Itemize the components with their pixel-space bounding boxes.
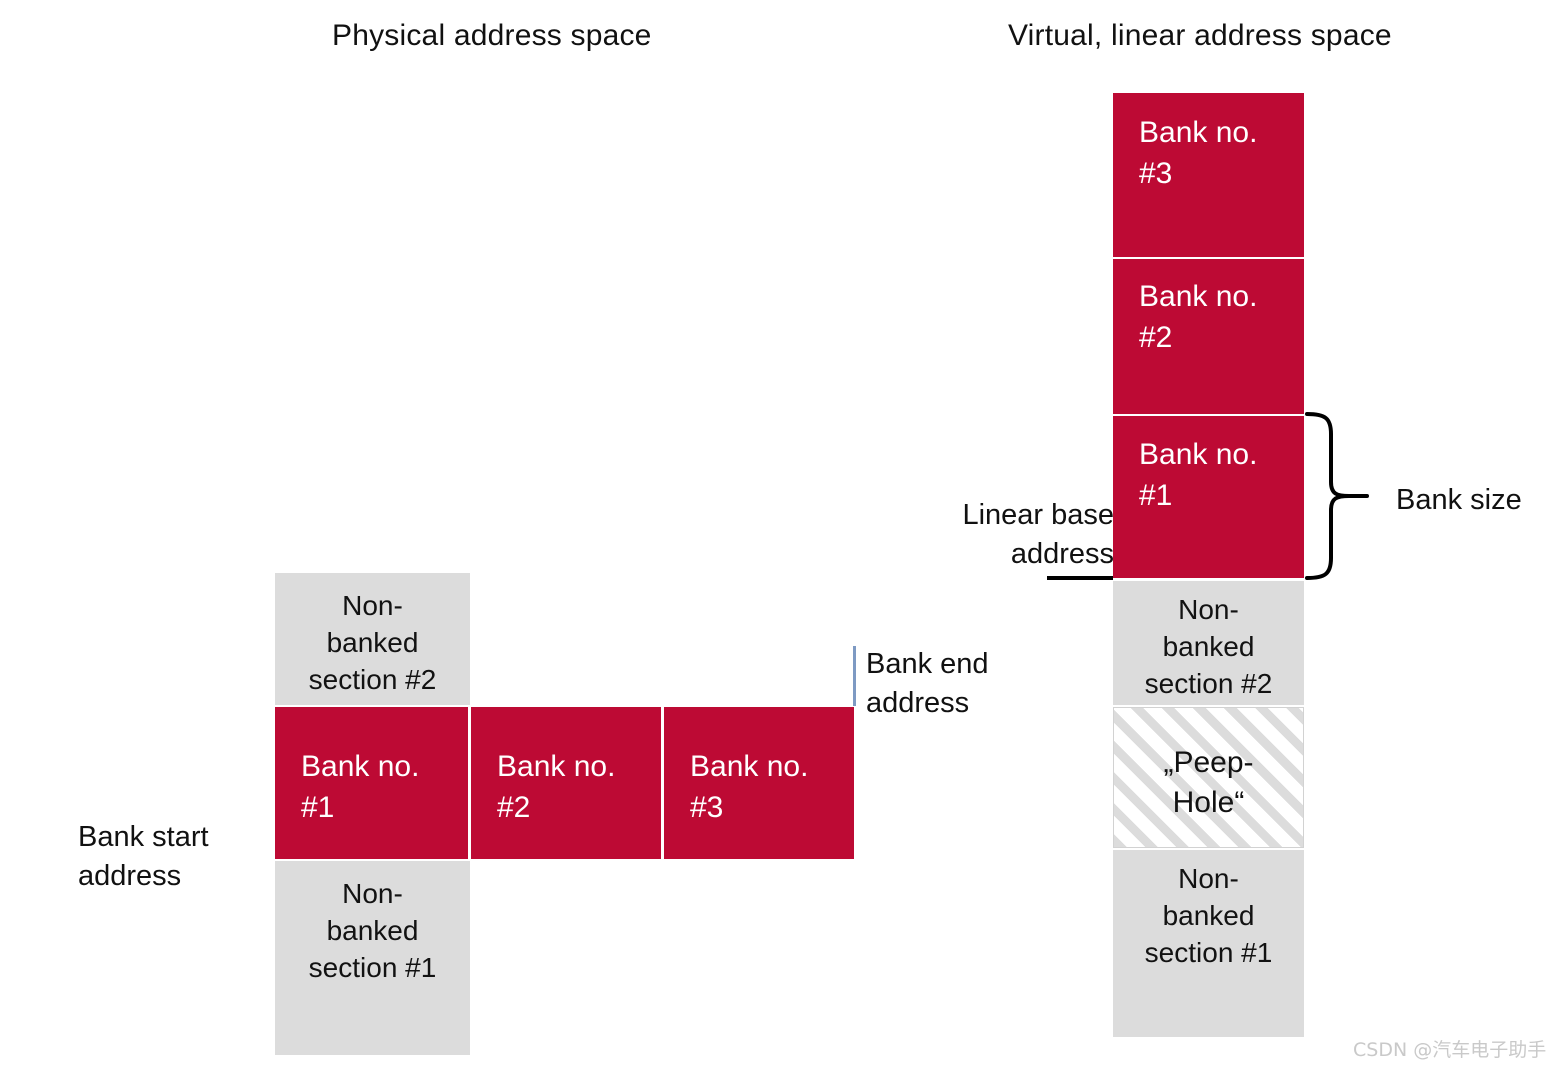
virtual-peep-hole: „Peep- Hole“ [1113,707,1304,848]
virtual-bank-1: Bank no. #1 [1113,416,1304,578]
block-label: Non- banked section #2 [1144,594,1273,699]
linear-base-address-leader-line [1047,576,1113,580]
physical-bank-3: Bank no. #3 [664,707,854,859]
block-label: Bank no. #1 [1139,438,1258,512]
linear-base-address-label: Linear base address [962,499,1114,570]
block-label: Non- banked section #1 [308,878,437,983]
virtual-nonbanked-section-2: Non- banked section #2 [1113,581,1304,705]
block-label: Non- banked section #1 [1144,863,1273,968]
virtual-bank-2: Bank no. #2 [1113,259,1304,414]
block-label: Bank no. #1 [301,750,420,824]
block-label: „Peep- Hole“ [1163,746,1254,819]
virtual-bank-3: Bank no. #3 [1113,93,1304,257]
bank-start-address-label: Bank start address [78,821,209,892]
physical-bank-1: Bank no. #1 [275,707,468,859]
watermark: CSDN @汽车电子助手 [1353,1039,1547,1061]
bank-end-address-leader-line [853,646,856,706]
virtual-address-space-heading: Virtual, linear address space [1008,19,1392,52]
diagram-canvas: Physical address space Virtual, linear a… [0,0,1565,1075]
virtual-nonbanked-section-1: Non- banked section #1 [1113,850,1304,1037]
block-label: Bank no. #3 [1139,116,1258,190]
block-label: Non- banked section #2 [308,590,437,695]
physical-address-space-heading: Physical address space [332,19,652,52]
bank-size-brace-icon [1305,412,1369,580]
block-label: Bank no. #2 [1139,280,1258,354]
physical-nonbanked-section-1: Non- banked section #1 [275,861,470,1055]
bank-size-label: Bank size [1396,484,1522,516]
bank-end-address-label: Bank end address [866,648,989,719]
physical-bank-2: Bank no. #2 [471,707,661,859]
block-label: Bank no. #3 [690,750,809,824]
physical-nonbanked-section-2: Non- banked section #2 [275,573,470,705]
block-label: Bank no. #2 [497,750,616,824]
